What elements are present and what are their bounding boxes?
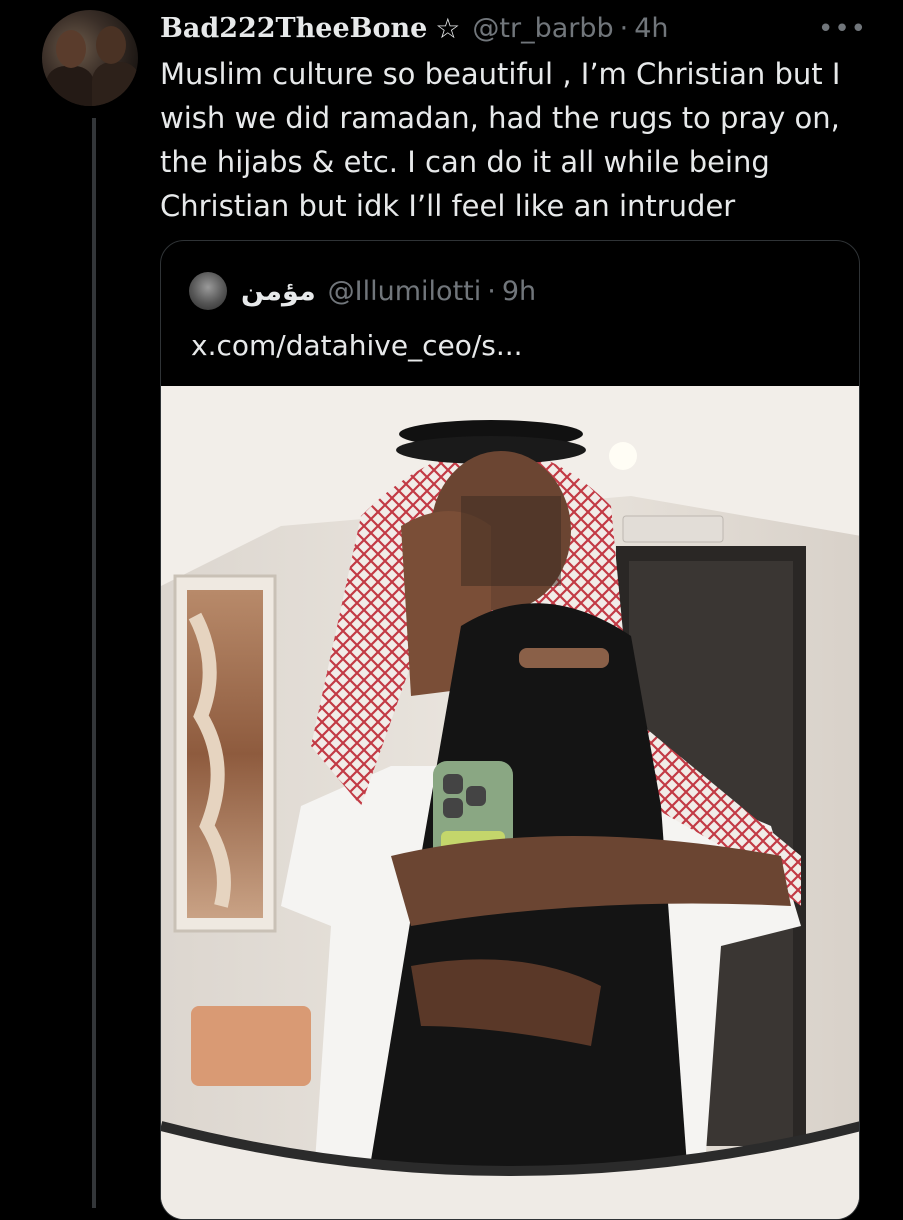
quoted-tweet-photo[interactable] (161, 386, 859, 1219)
tweet-timestamp[interactable]: 4h (634, 13, 668, 44)
separator-dot: · (487, 275, 496, 307)
author-handle[interactable]: @tr_barbb (472, 13, 613, 44)
quoted-author-display-name[interactable]: مؤمن (241, 276, 316, 307)
tweet-text: Muslim culture so beautiful , I’m Christ… (160, 57, 841, 223)
separator-dot: · (619, 12, 629, 44)
thread-connector-line (92, 118, 96, 1208)
more-horizontal-icon[interactable]: ••• (818, 14, 867, 44)
quoted-tweet-timestamp[interactable]: 9h (502, 276, 536, 307)
quoted-author-avatar[interactable] (189, 272, 227, 310)
quoted-tweet-header: مؤمن @Illumilotti · 9h (189, 271, 536, 311)
author-display-name[interactable]: Bad222TheeBone (160, 13, 427, 44)
quoted-tweet-link-text[interactable]: x.com/datahive_ceo/s... (191, 329, 523, 362)
star-outline-icon: ☆ (435, 11, 461, 45)
quoted-tweet-card[interactable]: مؤمن @Illumilotti · 9h x.com/datahive_ce… (160, 240, 860, 1220)
tweet-header: Bad222TheeBone ☆ @tr_barbb · 4h (160, 8, 669, 48)
quoted-author-handle[interactable]: @Illumilotti (328, 276, 482, 307)
author-avatar[interactable] (42, 10, 138, 106)
